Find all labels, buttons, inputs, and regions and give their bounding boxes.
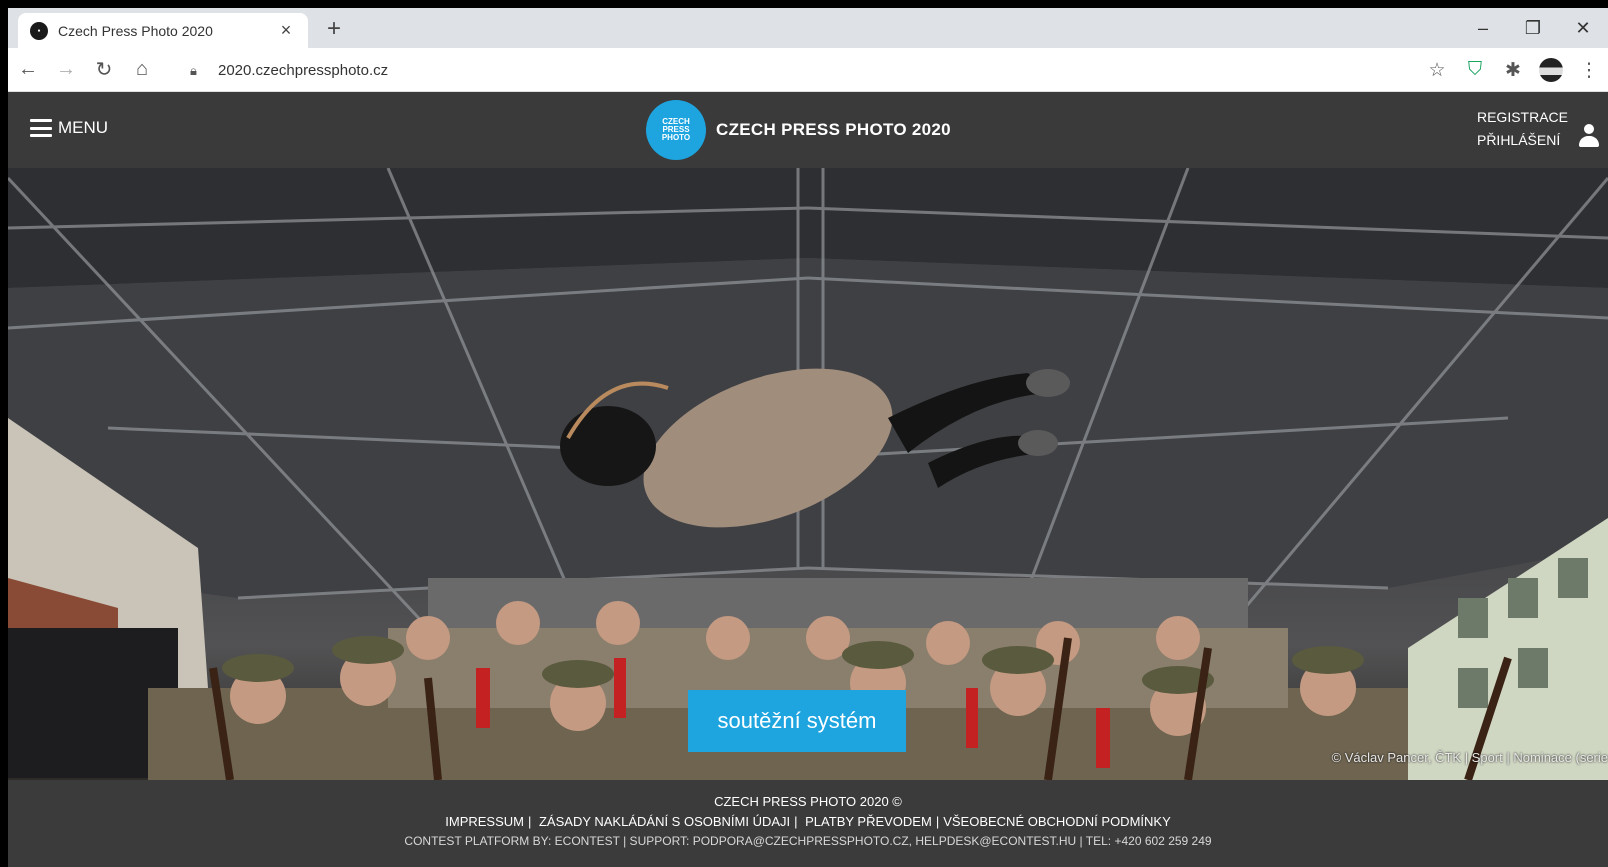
auth-area: REGISTRACE PŘIHLÁŠENÍ bbox=[1477, 108, 1600, 148]
close-window-button[interactable]: ✕ bbox=[1558, 18, 1608, 39]
minimize-button[interactable]: – bbox=[1458, 18, 1508, 39]
forward-icon[interactable]: → bbox=[48, 52, 84, 88]
browser-tab[interactable]: ● Czech Press Photo 2020 × bbox=[18, 13, 308, 48]
profile-avatar[interactable] bbox=[1539, 58, 1563, 82]
new-tab-button[interactable]: + bbox=[320, 16, 348, 44]
menu-button[interactable]: MENU bbox=[30, 118, 108, 138]
screen: ● Czech Press Photo 2020 × + – ❐ ✕ ← → ↻… bbox=[8, 8, 1608, 867]
register-link[interactable]: REGISTRACE bbox=[1477, 109, 1568, 125]
lock-icon[interactable]: 🔒︎ bbox=[190, 63, 204, 78]
photo-credit: © Václav Pancer, ČTK | Sport | Nominace … bbox=[1331, 750, 1608, 765]
hero-photo: soutěžní systém © Václav Pancer, ČTK | S… bbox=[8, 168, 1608, 780]
window-controls: – ❐ ✕ bbox=[1458, 8, 1608, 48]
footer-links: IMPRESSUM | ZÁSADY NAKLÁDÁNÍ S OSOBNÍMI Ú… bbox=[8, 814, 1608, 829]
footer-copyright: CZECH PRESS PHOTO 2020 © bbox=[714, 794, 902, 809]
footer-link-privacy[interactable]: ZÁSADY NAKLÁDÁNÍ S OSOBNÍMI ÚDAJI bbox=[537, 814, 792, 829]
footer-platform-info: CONTEST PLATFORM BY: ECONTEST | SUPPORT:… bbox=[404, 834, 1212, 848]
home-icon[interactable]: ⌂ bbox=[124, 52, 160, 88]
user-icon[interactable] bbox=[1578, 124, 1600, 148]
logo-line-3: PHOTO bbox=[661, 133, 691, 142]
toolbar-actions: ☆ ⛉ ✱ ⋮ bbox=[1418, 48, 1608, 92]
tab-title: Czech Press Photo 2020 bbox=[58, 22, 213, 39]
site-favicon-icon: ● bbox=[30, 21, 48, 40]
hero-photo-illustration bbox=[8, 168, 1608, 780]
back-icon[interactable]: ← bbox=[10, 52, 46, 88]
contest-system-button[interactable]: soutěžní systém bbox=[688, 690, 906, 752]
site-footer: CZECH PRESS PHOTO 2020 © IMPRESSUM | ZÁSA… bbox=[8, 780, 1608, 867]
site-title[interactable]: CZECH PRESS PHOTO 2020 bbox=[716, 120, 951, 140]
site-logo[interactable]: CZECH PRESS PHOTO bbox=[646, 100, 706, 160]
browser-toolbar: ← → ↻ ⌂ 🔒︎ 2020.czechpressphoto.cz ☆ ⛉ ✱… bbox=[8, 48, 1608, 92]
kebab-menu-icon[interactable]: ⋮ bbox=[1570, 59, 1608, 82]
hamburger-icon bbox=[30, 119, 52, 137]
footer-link-terms[interactable]: VŠEOBECNÉ OBCHODNÍ PODMÍNKY bbox=[941, 814, 1173, 829]
browser-tab-strip: ● Czech Press Photo 2020 × + – ❐ ✕ bbox=[8, 8, 1608, 48]
login-link[interactable]: PŘIHLÁŠENÍ bbox=[1477, 132, 1568, 148]
puzzle-extension-icon[interactable]: ✱ bbox=[1494, 59, 1532, 82]
footer-link-impressum[interactable]: IMPRESSUM bbox=[443, 814, 526, 829]
url-text[interactable]: 2020.czechpressphoto.cz bbox=[218, 62, 388, 79]
menu-label: MENU bbox=[58, 118, 109, 137]
reload-icon[interactable]: ↻ bbox=[86, 52, 122, 88]
site-header: MENU CZECH PRESS PHOTO CZECH PRESS PHOTO… bbox=[8, 92, 1608, 168]
restore-button[interactable]: ❐ bbox=[1508, 18, 1558, 39]
address-bar[interactable]: 🔒︎ 2020.czechpressphoto.cz bbox=[178, 54, 1428, 86]
star-icon[interactable]: ☆ bbox=[1418, 59, 1456, 82]
footer-separator: | bbox=[527, 814, 535, 829]
shield-extension-icon[interactable]: ⛉ bbox=[1456, 59, 1494, 81]
tab-close-icon[interactable]: × bbox=[276, 20, 296, 41]
footer-link-payments[interactable]: PLATBY PŘEVODEM bbox=[803, 814, 934, 829]
footer-separator: | bbox=[794, 814, 802, 829]
